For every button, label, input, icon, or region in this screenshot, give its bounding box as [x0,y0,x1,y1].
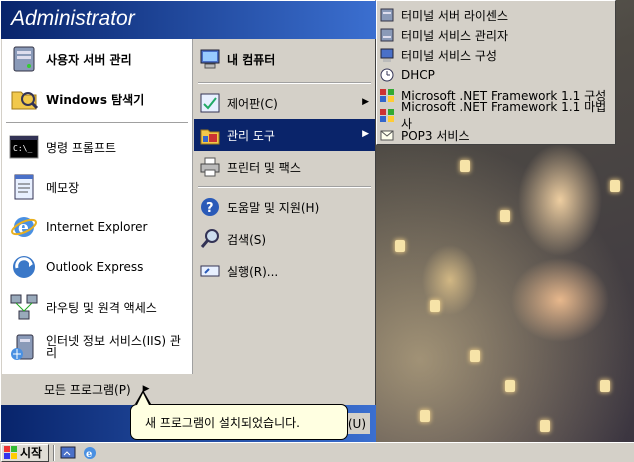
divider [6,122,188,124]
divider [198,186,371,188]
routing-remote-access-icon [8,291,40,323]
admin-tools-label: 관리 도구 [227,128,275,143]
submenu-item[interactable]: 터미널 서비스 관리자 [377,25,615,45]
recent-label: 명령 프롬프트 [46,140,117,155]
terminal-services-config-icon [379,47,395,63]
submenu-label: DHCP [401,68,435,82]
internet-explorer-icon: e [8,211,40,243]
recent-label: Internet Explorer [46,220,148,234]
pinned-label: 사용자 서버 관리 [46,52,132,67]
notepad-icon [8,171,40,203]
wallpaper-lantern [500,210,510,222]
recent-routing-remote-access[interactable]: 라우팅 및 원격 액세스 [2,287,192,327]
iis-manager-icon [8,331,40,363]
submenu-label: POP3 서비스 [401,128,470,143]
admin-tools-submenu: 터미널 서버 라이센스 터미널 서비스 관리자 터미널 서비스 구성 DHCP … [376,0,616,145]
help-support-label: 도움말 및 지원(H) [227,200,320,215]
pinned-server-management[interactable]: 사용자 서버 관리 [2,39,192,79]
submenu-item[interactable]: 터미널 서버 라이센스 [377,5,615,25]
start-menu-right-column: 내 컴퓨터 제어판(C) ▶ 관리 도구 ▶ 프린터 및 팩스 ? 도움말 및 … [194,39,375,404]
wallpaper-lantern [470,350,480,362]
terminal-server-license-icon [379,7,395,23]
submenu-label: 터미널 서비스 구성 [401,48,497,63]
admin-tools-icon [199,124,221,146]
svg-text:C:\_: C:\_ [13,144,32,153]
wallpaper-lantern [460,160,470,172]
windows-logo-icon [4,445,18,460]
control-panel-icon [199,92,221,114]
start-menu-header: Administrator [1,1,376,39]
dhcp-icon [379,67,395,83]
search-item[interactable]: 검색(S) [194,223,375,255]
wallpaper-lantern [505,380,515,392]
recent-iis-manager[interactable]: 인터넷 정보 서비스(IIS) 관리 [2,327,192,367]
my-computer-icon [199,48,221,70]
run-item[interactable]: 실행(R)... [194,255,375,287]
printers-faxes-icon [199,156,221,178]
chevron-right-icon: ▶ [362,97,369,107]
start-button[interactable]: 시작 [1,443,49,462]
search-icon [199,228,221,250]
run-icon [199,260,221,282]
admin-tools-item[interactable]: 관리 도구 ▶ [194,119,375,151]
outlook-express-icon [8,251,40,283]
dotnet-wizard-icon [379,107,395,123]
command-prompt-icon: C:\_ [8,131,40,163]
help-icon: ? [199,196,221,218]
recent-label: Outlook Express [46,260,144,274]
terminal-services-manager-icon [379,27,395,43]
printers-faxes-label: 프린터 및 팩스 [227,160,301,175]
submenu-item[interactable]: DHCP [377,65,615,85]
all-programs-button[interactable]: 모든 프로그램(P) ▶ [2,374,193,404]
control-panel-label: 제어판(C) [227,96,278,111]
submenu-item[interactable]: 터미널 서비스 구성 [377,45,615,65]
balloon-tail [137,393,149,405]
start-label: 시작 [20,446,43,460]
submenu-label: 터미널 서버 라이센스 [401,8,508,23]
wallpaper-lantern [600,380,610,392]
recent-outlook-express[interactable]: Outlook Express [2,247,192,287]
run-label: 실행(R)... [227,264,279,279]
explorer-icon [8,83,40,115]
recent-internet-explorer[interactable]: e Internet Explorer [2,207,192,247]
my-computer-label: 내 컴퓨터 [227,52,276,67]
wallpaper-lantern [540,420,550,432]
user-name: Administrator [11,7,135,30]
taskbar: 시작 e [0,442,634,462]
svg-text:?: ? [206,201,214,216]
internet-explorer-icon[interactable]: e [81,444,99,462]
pinned-label: Windows 탐색기 [46,92,145,107]
divider [198,82,371,84]
submenu-item[interactable]: Microsoft .NET Framework 1.1 마법사 [377,100,615,131]
pinned-windows-explorer[interactable]: Windows 탐색기 [2,79,192,119]
help-support-item[interactable]: ? 도움말 및 지원(H) [194,191,375,223]
printers-faxes-item[interactable]: 프린터 및 팩스 [194,151,375,183]
my-computer-item[interactable]: 내 컴퓨터 [194,39,375,79]
search-label: 검색(S) [227,232,267,247]
recent-label: 인터넷 정보 서비스(IIS) 관리 [46,334,181,360]
pop3-service-icon [379,127,395,143]
recent-label: 라우팅 및 원격 액세스 [46,300,157,315]
recent-command-prompt[interactable]: C:\_ 명령 프롬프트 [2,127,192,167]
svg-text:e: e [86,449,92,460]
wallpaper-lantern [430,300,440,312]
server-management-icon [8,43,40,75]
wallpaper-lantern [420,410,430,422]
start-menu-left-column: 사용자 서버 관리 Windows 탐색기 C:\_ 명령 프롬프트 메모장 e [2,39,193,404]
chevron-right-icon: ▶ [362,129,369,139]
notification-balloon[interactable]: 새 프로그램이 설치되었습니다. [130,404,348,440]
divider [53,444,55,461]
recent-notepad[interactable]: 메모장 [2,167,192,207]
control-panel-item[interactable]: 제어판(C) ▶ [194,87,375,119]
submenu-label: 터미널 서비스 관리자 [401,28,508,43]
recent-label: 메모장 [46,180,80,195]
start-menu: Administrator 사용자 서버 관리 Windows 탐색기 C:\_… [0,0,376,442]
balloon-text: 새 프로그램이 설치되었습니다. [145,415,300,430]
show-desktop-icon[interactable] [59,444,77,462]
wallpaper-lantern [395,240,405,252]
wallpaper-lantern [610,180,620,192]
all-programs-label: 모든 프로그램(P) [44,382,131,397]
dotnet-config-icon [379,87,395,103]
